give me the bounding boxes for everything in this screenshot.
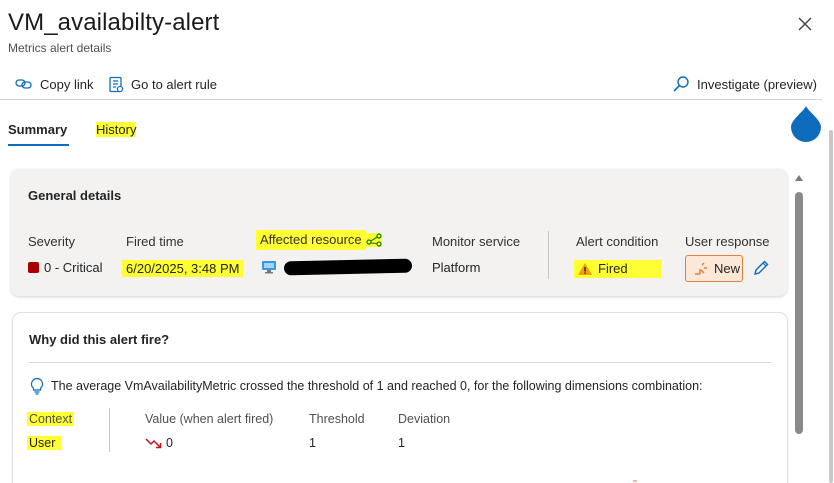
link-icon	[15, 79, 32, 89]
edit-icon[interactable]	[752, 259, 770, 277]
why-description-text: The average VmAvailabilityMetric crossed…	[51, 379, 703, 393]
context-header: Context	[27, 412, 75, 426]
decorative-mark	[633, 480, 637, 482]
lightbulb-icon	[31, 377, 43, 395]
go-to-alert-rule-button[interactable]: Go to alert rule	[108, 73, 217, 95]
column-divider	[109, 408, 110, 452]
fired-time-value: 6/20/2025, 3:48 PM	[122, 260, 244, 277]
user-response-button[interactable]: New	[685, 255, 743, 282]
scroll-up-arrow-icon[interactable]	[795, 175, 803, 181]
redacted-resource-name	[283, 258, 413, 276]
feedback-drop-icon[interactable]	[790, 100, 822, 144]
why-alert-fired-card: Why did this alert fire? The average VmA…	[13, 313, 787, 483]
why-title: Why did this alert fire?	[29, 332, 170, 347]
severity-label: Severity	[28, 234, 75, 249]
general-details-title: General details	[28, 188, 122, 203]
affected-resource-value[interactable]	[261, 258, 413, 276]
content-scrollbar[interactable]	[792, 172, 806, 483]
investigate-label: Investigate (preview)	[697, 76, 817, 92]
value-header: Value (when alert fired)	[145, 412, 274, 426]
share-icon[interactable]	[365, 233, 382, 247]
scroll-thumb[interactable]	[795, 192, 803, 434]
tab-summary[interactable]: Summary	[8, 122, 70, 146]
deviation-header: Deviation	[398, 412, 451, 426]
close-button[interactable]	[795, 14, 815, 34]
threshold-value: 1	[309, 436, 316, 450]
virtual-machine-icon	[262, 261, 276, 274]
new-sparkle-icon	[695, 261, 707, 275]
panel-scrollbar[interactable]	[829, 130, 833, 483]
user-response-text: New	[714, 261, 741, 276]
affected-resource-header: Affected resource	[256, 230, 382, 250]
divider	[29, 362, 771, 363]
page-title: VM_availabilty-alert	[8, 9, 220, 36]
fired-time-label: Fired time	[126, 234, 184, 249]
column-divider	[548, 231, 549, 279]
severity-text: 0 - Critical	[44, 260, 103, 275]
toolbar: Copy link Go to alert rule Investigate (…	[0, 70, 822, 100]
severity-value: 0 - Critical	[28, 260, 103, 275]
warning-icon	[578, 262, 592, 275]
trend-down-icon	[145, 438, 162, 449]
copy-link-button[interactable]: Copy link	[15, 73, 93, 95]
metric-value: 0	[145, 436, 173, 450]
investigate-button[interactable]: Investigate (preview)	[672, 73, 817, 95]
monitor-service-value: Platform	[432, 260, 481, 275]
context-value: User	[27, 436, 62, 450]
close-icon	[798, 17, 812, 31]
critical-severity-icon	[28, 262, 39, 273]
alert-condition-text: Fired	[598, 261, 628, 276]
user-response-label: User response	[685, 234, 770, 249]
general-details-card: General details Severity 0 - Critical Fi…	[11, 169, 787, 296]
alert-condition-value: Fired	[574, 260, 661, 278]
deviation-value: 1	[398, 436, 405, 450]
copy-link-label: Copy link	[40, 76, 94, 92]
alert-condition-label: Alert condition	[576, 234, 659, 249]
why-description: The average VmAvailabilityMetric crossed…	[29, 377, 703, 395]
page-subtitle: Metrics alert details	[8, 41, 112, 55]
tab-history[interactable]: History	[96, 122, 137, 137]
alert-rule-icon	[109, 76, 124, 92]
go-to-alert-rule-label: Go to alert rule	[131, 76, 217, 92]
fired-time-text: 6/20/2025, 3:48 PM	[122, 260, 244, 277]
monitor-service-label: Monitor service	[432, 234, 521, 249]
metric-value-text: 0	[166, 436, 173, 450]
threshold-header: Threshold	[309, 412, 365, 426]
affected-resource-label: Affected resource	[256, 230, 366, 250]
search-icon	[673, 76, 689, 92]
